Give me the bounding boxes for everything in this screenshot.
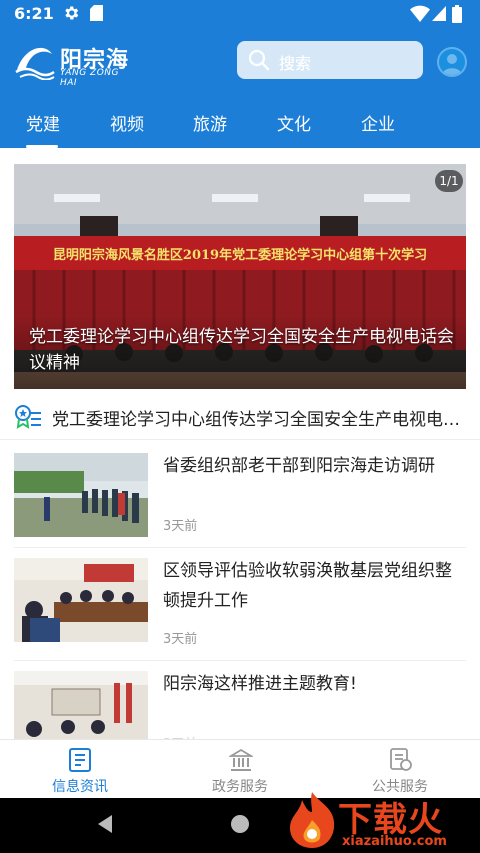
banner-carousel[interactable]: 昆明阳宗海风景名胜区2019年党工委理论学习中心组第十次学习 1/1 党工委理论…	[14, 164, 466, 389]
news-time: 3天前	[163, 519, 198, 534]
tab-party-building[interactable]: 党建	[26, 110, 60, 135]
news-title: 省委组织部老干部到阳宗海走访调研	[163, 456, 435, 476]
public-service-doc-icon	[390, 748, 412, 771]
carousel-counter: 1/1	[435, 170, 463, 192]
news-item[interactable]: 区领导评估验收软弱涣散基层党组织整顿提升工作 3天前	[14, 548, 466, 661]
wifi-icon	[410, 5, 430, 22]
category-tabs: 党建 视频 旅游 文化 企业	[0, 92, 480, 148]
news-title: 阳宗海这样推进主题教育!	[163, 674, 357, 694]
search-placeholder: 搜索	[279, 54, 312, 73]
active-tab-indicator	[26, 145, 58, 148]
news-thumbnail	[14, 453, 148, 537]
watermark-url: xiazaihuo.com	[342, 834, 447, 849]
news-item[interactable]: 省委组织部老干部到阳宗海走访调研 3天前	[14, 441, 466, 548]
settings-gear-icon	[65, 6, 79, 20]
tab-video[interactable]: 视频	[110, 110, 144, 135]
status-bar: 6:21	[0, 0, 480, 28]
headline-badge-icon	[15, 405, 41, 429]
user-avatar[interactable]	[437, 47, 467, 77]
headline-text: 党工委理论学习中心组传达学习全国安全生产电视电话会议精神	[52, 410, 466, 430]
banner-photo-text: 昆明阳宗海风景名胜区2019年党工委理论学习中心组第十次学习	[53, 247, 427, 263]
home-icon[interactable]	[231, 815, 249, 833]
news-time: 3天前	[163, 632, 198, 647]
app-header: 阳宗海 YANG ZONG HAI 搜索	[0, 28, 480, 92]
back-icon[interactable]	[96, 814, 114, 834]
flame-logo-icon	[290, 792, 335, 848]
cellular-signal-icon	[432, 6, 446, 21]
news-doc-icon	[69, 748, 91, 772]
logo-subtitle: YANG ZONG HAI	[60, 68, 119, 88]
search-icon	[248, 49, 270, 71]
user-avatar-icon	[442, 54, 462, 75]
banner-caption: 党工委理论学习中心组传达学习全国安全生产电视电话会议精神	[29, 327, 454, 373]
news-title: 区领导评估验收软弱涣散基层党组织整顿提升工作	[163, 561, 452, 611]
news-thumbnail	[14, 671, 148, 739]
search-bar[interactable]: 搜索	[237, 41, 423, 79]
government-building-icon	[229, 748, 253, 771]
headline-marquee[interactable]: 党工委理论学习中心组传达学习全国安全生产电视电话会议精神	[0, 396, 480, 440]
sd-card-icon	[90, 5, 103, 21]
tab-tourism[interactable]: 旅游	[193, 110, 227, 135]
news-thumbnail	[14, 558, 148, 642]
tab-enterprise[interactable]: 企业	[361, 110, 395, 135]
app-logo: 阳宗海 YANG ZONG HAI	[14, 40, 136, 88]
news-item[interactable]: 阳宗海这样推进主题教育! 3天前	[14, 661, 466, 752]
watermark-logo: 下载火 xiazaihuo.com	[280, 790, 480, 853]
battery-icon	[452, 5, 462, 23]
nav-label: 信息资讯	[52, 779, 108, 795]
nav-info-news[interactable]: 信息资讯	[0, 740, 160, 799]
status-time: 6:21	[14, 4, 54, 23]
logo-mark-icon	[15, 47, 55, 80]
tab-culture[interactable]: 文化	[277, 110, 311, 135]
